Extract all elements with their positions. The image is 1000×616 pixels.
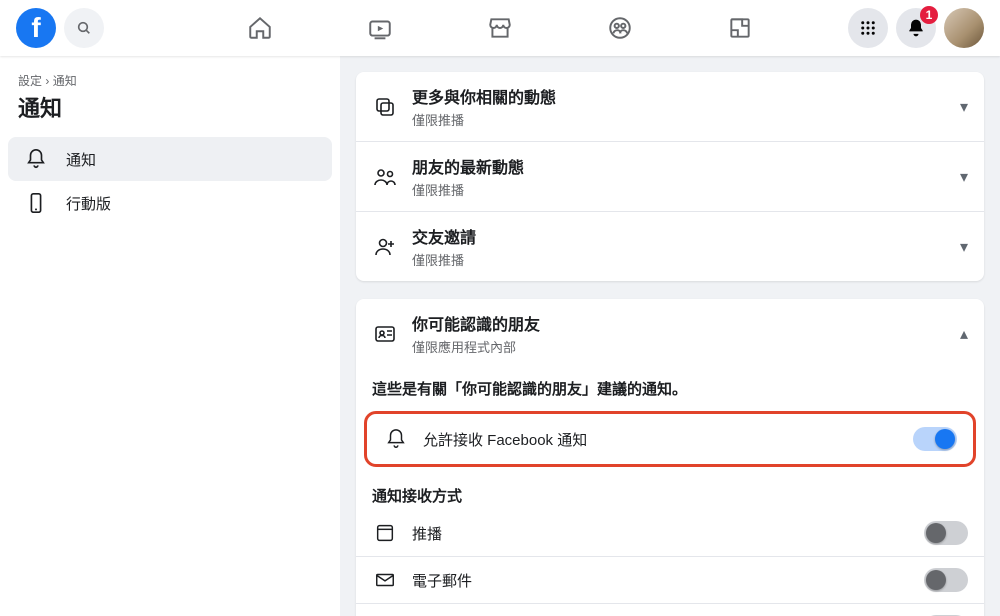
mobile-icon [18,185,54,221]
sidebar-item-mobile[interactable]: 行動版 [8,181,332,225]
methods-label: 通知接收方式 [356,477,984,510]
nav-watch[interactable] [324,0,436,56]
row-title: 更多與你相關的動態 [412,84,946,108]
row-title: 你可能認識的朋友 [412,311,946,335]
watch-icon [367,15,393,41]
nav-marketplace[interactable] [444,0,556,56]
groups-icon [607,15,633,41]
collapsed-card: 更多與你相關的動態 僅限推播 ▾ 朋友的最新動態 僅限推播 ▾ 交友邀請 僅限推… [356,72,984,281]
allow-row-highlight: 允許接收 Facebook 通知 [364,411,976,467]
content: 更多與你相關的動態 僅限推播 ▾ 朋友的最新動態 僅限推播 ▾ 交友邀請 僅限推… [340,56,1000,616]
nav-home[interactable] [204,0,316,56]
row-friend-requests[interactable]: 交友邀請 僅限推播 ▾ [356,211,984,281]
menu-button[interactable] [848,8,888,48]
allow-toggle[interactable] [913,427,957,451]
nav-center [204,0,796,56]
marketplace-icon [487,15,513,41]
row-title: 朋友的最新動態 [412,154,946,178]
notif-badge: 1 [920,6,938,24]
grid-icon [859,19,877,37]
avatar[interactable] [944,8,984,48]
row-allow-notifications: 允許接收 Facebook 通知 [367,414,973,464]
row-more-updates[interactable]: 更多與你相關的動態 僅限推播 ▾ [356,72,984,141]
row-friend-updates[interactable]: 朋友的最新動態 僅限推播 ▾ [356,141,984,211]
bell-icon [383,426,409,452]
notifications-button[interactable]: 1 [896,8,936,48]
allow-label: 允許接收 Facebook 通知 [423,429,899,450]
push-toggle[interactable] [924,521,968,545]
crumb-settings[interactable]: 設定 [18,74,42,88]
email-icon [372,567,398,593]
row-sub: 僅限推播 [412,250,946,269]
row-sub: 僅限應用程式內部 [412,337,946,356]
chevron-down-icon: ▾ [960,237,968,257]
expanded-card: 你可能認識的朋友 僅限應用程式內部 ▴ 這些是有關「你可能認識的朋友」建議的通知… [356,299,984,616]
method-email: 電子郵件 [356,556,984,603]
nav-right: 1 [848,8,984,48]
row-people-you-may-know[interactable]: 你可能認識的朋友 僅限應用程式內部 ▴ [356,299,984,368]
friends-icon [372,164,398,190]
method-push: 推播 [356,510,984,556]
sidebar-item-notifications[interactable]: 通知 [8,137,332,181]
sidebar: 設定 › 通知 通知 通知 行動版 [0,56,340,616]
chevron-up-icon: ▴ [960,324,968,344]
row-sub: 僅限推播 [412,110,946,129]
crumb-current: 通知 [53,74,77,88]
row-title: 交友邀請 [412,224,946,248]
nav-groups[interactable] [564,0,676,56]
email-toggle[interactable] [924,568,968,592]
page-title: 通知 [8,89,332,137]
method-sms: 簡訊 [356,603,984,616]
nav-gaming[interactable] [684,0,796,56]
row-sub: 僅限推播 [412,180,946,199]
gaming-icon [727,15,753,41]
friend-request-icon [372,234,398,260]
breadcrumb: 設定 › 通知 [8,72,332,89]
method-label: 推播 [412,523,910,544]
copy-icon [372,94,398,120]
bell-icon [18,141,54,177]
sidebar-item-label: 行動版 [66,193,111,214]
section-description: 這些是有關「你可能認識的朋友」建議的通知。 [356,368,984,407]
id-card-icon [372,321,398,347]
top-bar: f 1 [0,0,1000,56]
push-icon [372,520,398,546]
facebook-logo[interactable]: f [16,8,56,48]
sidebar-item-label: 通知 [66,149,96,170]
home-icon [247,15,273,41]
chevron-down-icon: ▾ [960,97,968,117]
method-label: 電子郵件 [412,570,910,591]
chevron-down-icon: ▾ [960,167,968,187]
search-button[interactable] [64,8,104,48]
search-icon [76,20,92,36]
